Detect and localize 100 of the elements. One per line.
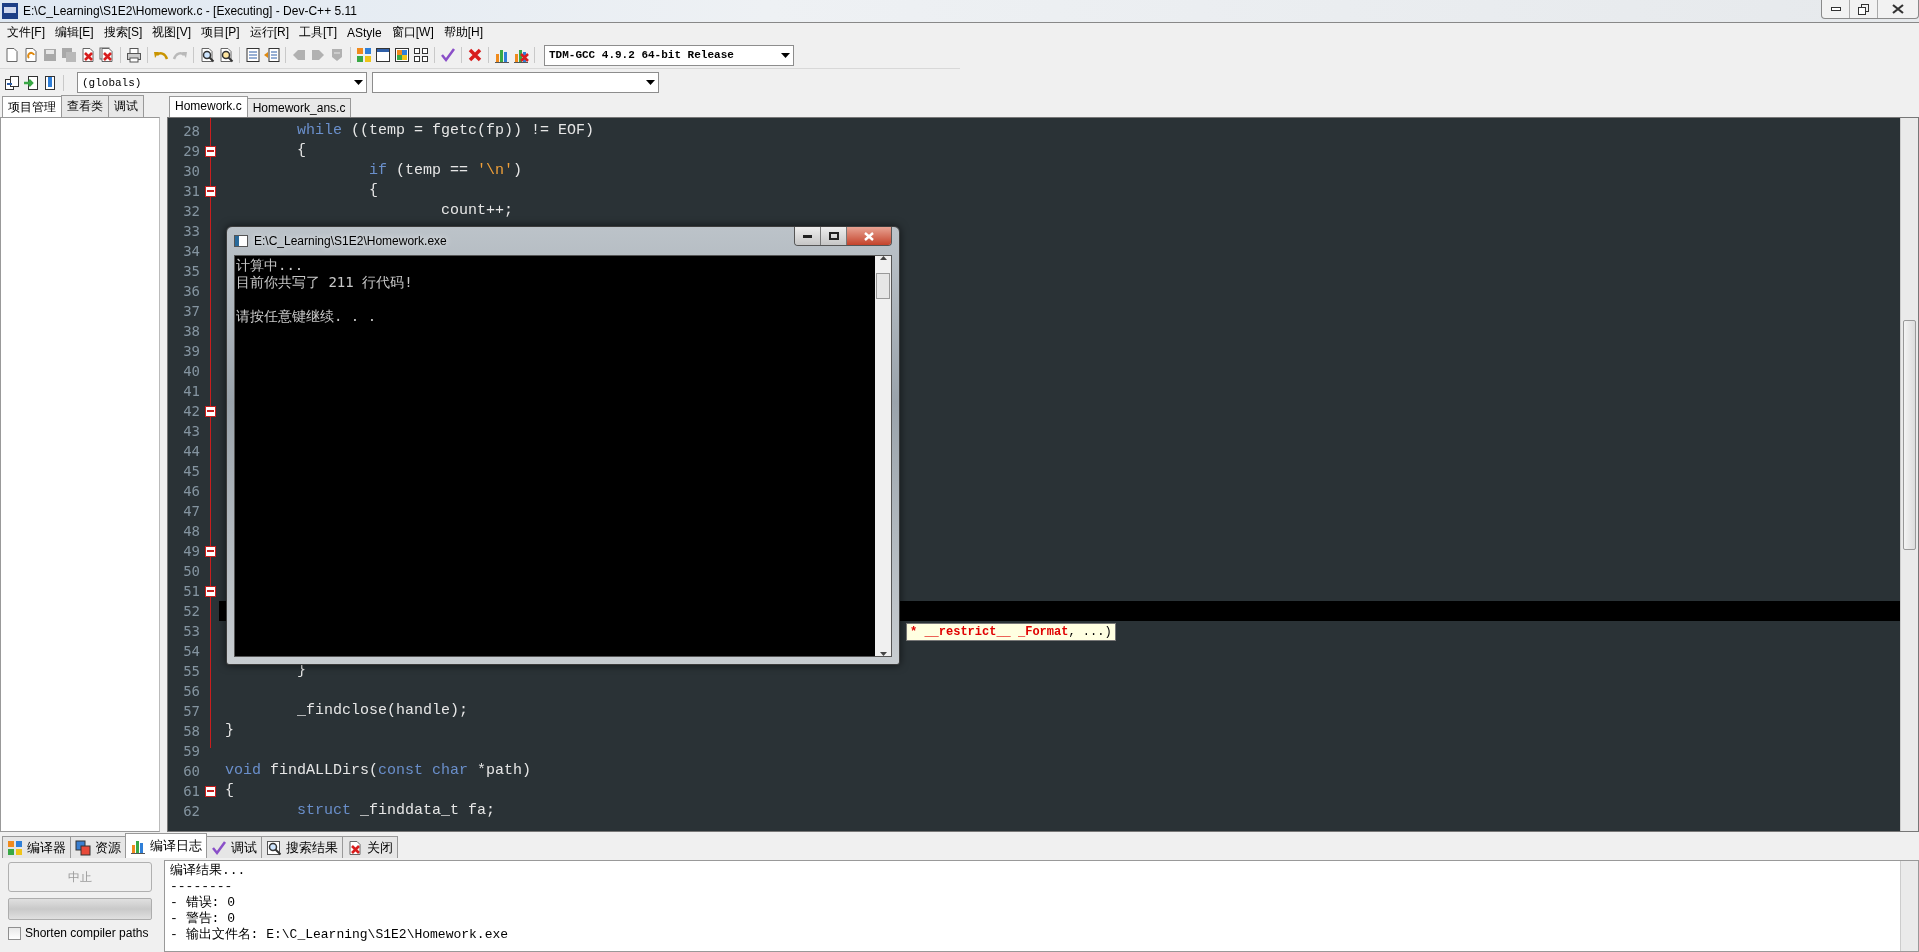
line-number: 45	[182, 463, 201, 479]
fold-toggle[interactable]	[205, 545, 216, 557]
scrollbar[interactable]	[875, 256, 891, 656]
log-line: - 输出文件名: E:\C_Learning\S1E2\Homework.exe	[170, 927, 510, 943]
file-tab[interactable]: Homework.c	[169, 96, 248, 117]
bookmark-icon[interactable]	[42, 74, 58, 91]
up-arrow-icon[interactable]	[879, 256, 887, 260]
code-line: {	[224, 781, 235, 801]
panel-tab[interactable]: 关闭	[342, 836, 398, 858]
panel-tab[interactable]: 编译器	[2, 836, 71, 858]
unindent-icon[interactable]	[264, 47, 280, 63]
log-line: - 错误: 0	[170, 895, 236, 911]
window-icon[interactable]	[375, 47, 391, 63]
line-number: 62	[182, 803, 201, 819]
close-file-icon[interactable]	[80, 47, 96, 63]
scrollbar-thumb[interactable]	[876, 273, 890, 299]
overlapping-squares-icon	[75, 839, 91, 856]
panel-tab[interactable]: 资源	[70, 836, 126, 858]
file-tab[interactable]: Homework_ans.c	[246, 98, 352, 117]
panel-tab[interactable]: 编译日志	[125, 833, 207, 858]
menu-item[interactable]: 搜索[S]	[98, 24, 148, 41]
fold-toggle[interactable]	[205, 785, 216, 797]
indent-icon[interactable]	[245, 47, 261, 63]
log-line: --------	[170, 879, 234, 895]
menu-item[interactable]: 帮助[H]	[438, 24, 489, 41]
panel-tab[interactable]: 调试	[206, 836, 262, 858]
search-icon[interactable]	[199, 47, 215, 63]
caret-icon[interactable]	[354, 80, 363, 85]
line-number: 30	[182, 163, 201, 179]
replace-icon[interactable]	[218, 47, 234, 63]
close-file-icon	[347, 839, 363, 856]
line-number: 48	[182, 523, 201, 539]
line-number: 44	[182, 443, 201, 459]
menu-item[interactable]: 窗口[W]	[386, 24, 439, 41]
menu-item[interactable]: 项目[P]	[196, 24, 245, 41]
scrollbar[interactable]	[1900, 861, 1918, 951]
line-number: 53	[182, 623, 201, 639]
down-arrow-icon[interactable]	[879, 652, 887, 656]
console-icon	[234, 235, 248, 247]
fold-toggle[interactable]	[205, 585, 216, 597]
check-icon[interactable]	[440, 47, 456, 63]
code-line: {	[296, 141, 308, 161]
code-line: }	[224, 721, 235, 741]
check-icon	[211, 839, 227, 856]
scrollbar[interactable]	[1900, 118, 1918, 831]
line-number: 34	[182, 243, 201, 259]
line-number: 54	[182, 643, 201, 659]
panel-tab[interactable]: 调试	[108, 95, 144, 117]
maximize-icon	[828, 232, 839, 240]
line-number: 35	[182, 263, 201, 279]
menu-item[interactable]: 视图[V]	[147, 24, 196, 41]
scrollbar-thumb[interactable]	[1903, 320, 1916, 550]
code-line: struct _finddata_t fa;	[296, 801, 497, 821]
grid-window-icon[interactable]	[394, 47, 410, 63]
printer-icon[interactable]	[126, 47, 142, 63]
log-line: 编译结果...	[170, 863, 247, 879]
stop-icon[interactable]	[467, 47, 483, 63]
line-number: 43	[182, 423, 201, 439]
menu-item[interactable]: 运行[R]	[244, 24, 295, 41]
line-number: 47	[182, 503, 201, 519]
line-number: 41	[182, 383, 201, 399]
fold-toggle[interactable]	[205, 145, 216, 157]
minimize-button[interactable]	[795, 227, 821, 245]
line-number: 29	[182, 143, 201, 159]
panel-tab[interactable]: 项目管理	[2, 96, 62, 117]
line-number: 38	[182, 323, 201, 339]
line-number: 37	[182, 303, 201, 319]
scope-dropdown[interactable]: (globals)	[77, 72, 367, 93]
pages-icon[interactable]	[4, 74, 20, 91]
code-line: if (temp == '\n')	[368, 161, 524, 181]
menu-item[interactable]: 工具[T]	[294, 24, 343, 41]
grid-icon[interactable]	[413, 47, 429, 63]
line-number: 56	[182, 683, 201, 699]
line-number: 36	[182, 283, 201, 299]
line-number: 39	[182, 343, 201, 359]
line-number: 60	[182, 763, 201, 779]
caret-icon[interactable]	[646, 80, 655, 85]
line-number: 46	[182, 483, 201, 499]
panel-tab[interactable]: 搜索结果	[261, 836, 343, 858]
compiler-dropdown[interactable]: TDM-GCC 4.9.2 64-bit Release	[544, 44, 794, 66]
restore-icon	[1858, 3, 1869, 15]
menu-item[interactable]: 文件[F]	[2, 24, 50, 41]
bar-chart-delete-icon[interactable]	[513, 47, 529, 63]
caret-icon[interactable]	[781, 52, 790, 58]
bar-chart-icon[interactable]	[494, 47, 510, 63]
close-all-icon[interactable]	[99, 47, 115, 63]
maximize-button[interactable]	[821, 227, 847, 245]
document-icon[interactable]	[4, 47, 20, 63]
checkbox[interactable]	[8, 926, 21, 940]
document-icon[interactable]	[23, 47, 39, 63]
fold-toggle[interactable]	[205, 405, 216, 417]
menu-item[interactable]: 编辑[E]	[50, 24, 99, 41]
menu-item[interactable]: AStyle	[342, 25, 387, 40]
line-number: 59	[182, 743, 201, 759]
checkbox-label: Shorten compiler paths	[25, 926, 149, 940]
page-arrow-icon[interactable]	[23, 74, 39, 91]
line-number: 55	[182, 663, 201, 679]
close-button[interactable]	[847, 227, 891, 245]
fold-toggle[interactable]	[205, 185, 216, 197]
panel-tab[interactable]: 查看类	[61, 95, 109, 117]
